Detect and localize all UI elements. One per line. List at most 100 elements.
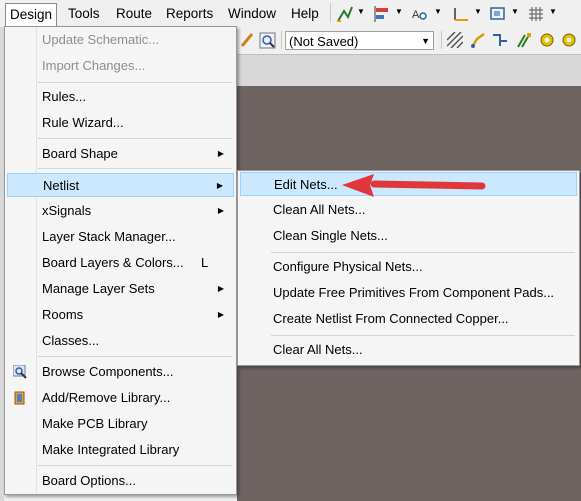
- document-tab-strip: [237, 54, 581, 87]
- menu-item-shortcut: L: [201, 255, 209, 270]
- menu-item-label: Rooms: [42, 307, 84, 322]
- menu-item-board-options[interactable]: Board Options...: [7, 469, 234, 493]
- submenu-item-clean-single-nets[interactable]: Clean Single Nets...: [240, 224, 577, 248]
- menu-tools-label: Tools: [68, 6, 100, 21]
- menu-item-label: Rules...: [42, 89, 87, 104]
- toolbar-separator: [441, 31, 442, 49]
- submenu-item-update-free-primitives[interactable]: Update Free Primitives From Component Pa…: [240, 281, 577, 305]
- interactive-routing-icon[interactable]: [336, 5, 354, 23]
- chevron-right-icon: ▶: [217, 284, 224, 293]
- search-components-icon[interactable]: A: [411, 5, 429, 23]
- menu-item-import-changes[interactable]: Import Changes...: [7, 54, 234, 78]
- menu-item-layer-stack-manager[interactable]: Layer Stack Manager...: [7, 225, 234, 249]
- submenu-item-label: Clean All Nets...: [273, 202, 366, 217]
- svg-text:A: A: [412, 9, 420, 21]
- menu-item-label: Board Layers & Colors...: [42, 255, 184, 270]
- menu-item-make-integrated-library[interactable]: Make Integrated Library: [7, 438, 234, 462]
- menu-item-label: Browse Components...: [42, 364, 174, 379]
- menu-item-label: Classes...: [42, 333, 100, 348]
- menu-item-netlist[interactable]: Netlist ▶: [7, 173, 234, 197]
- dropdown-arrow-icon[interactable]: ▼: [434, 7, 442, 16]
- menu-reports[interactable]: Reports: [162, 4, 217, 23]
- menu-item-rule-wizard[interactable]: Rule Wizard...: [7, 111, 234, 135]
- menu-design[interactable]: Design: [5, 3, 58, 27]
- menu-item-make-pcb-library[interactable]: Make PCB Library: [7, 412, 234, 436]
- grid-icon[interactable]: [527, 5, 545, 23]
- menubar: Design Tools Route Reports Window Help ▼…: [0, 0, 581, 28]
- multi-route-icon[interactable]: [515, 31, 533, 49]
- menu-item-browse-components[interactable]: Browse Components...: [7, 360, 234, 384]
- menu-route[interactable]: Route: [112, 4, 156, 23]
- menu-tools[interactable]: Tools: [64, 4, 104, 23]
- menu-separator: [38, 82, 232, 83]
- menu-item-rooms[interactable]: Rooms ▶: [7, 303, 234, 327]
- submenu-item-create-netlist-from-copper[interactable]: Create Netlist From Connected Copper...: [240, 307, 577, 331]
- menu-item-label: Make PCB Library: [42, 416, 148, 431]
- menu-item-add-remove-library[interactable]: Add/Remove Library...: [7, 386, 234, 410]
- menu-item-label: Board Shape: [42, 146, 118, 161]
- menu-item-xsignals[interactable]: xSignals ▶: [7, 199, 234, 223]
- menu-separator: [38, 138, 232, 139]
- submenu-item-label: Clear All Nets...: [273, 342, 363, 357]
- menu-item-update-schematic[interactable]: Update Schematic...: [7, 28, 234, 52]
- via-icon[interactable]: [561, 32, 579, 48]
- menu-item-classes[interactable]: Classes...: [7, 329, 234, 353]
- submenu-item-clean-all-nets[interactable]: Clean All Nets...: [240, 198, 577, 222]
- interactive-route-icon[interactable]: [469, 31, 487, 49]
- menu-separator: [38, 356, 232, 357]
- submenu-item-label: Create Netlist From Connected Copper...: [273, 311, 509, 326]
- menu-design-label: Design: [10, 7, 53, 22]
- toolbar-separator: [281, 31, 282, 49]
- submenu-item-label: Update Free Primitives From Component Pa…: [273, 285, 555, 300]
- room-icon[interactable]: [489, 5, 507, 23]
- chevron-right-icon: ▶: [217, 149, 224, 158]
- browse-components-icon: [13, 365, 27, 379]
- dimension-icon[interactable]: [452, 5, 470, 23]
- view-configuration-select[interactable]: (Not Saved) ▼: [285, 31, 434, 50]
- menu-item-label: Manage Layer Sets: [42, 281, 155, 296]
- dropdown-arrow-icon[interactable]: ▼: [357, 7, 365, 16]
- dropdown-arrow-icon[interactable]: ▼: [511, 7, 519, 16]
- menu-help-label: Help: [291, 6, 319, 21]
- submenu-item-label: Edit Nets...: [274, 177, 338, 192]
- menu-separator: [38, 168, 232, 169]
- dropdown-arrow-icon[interactable]: ▼: [549, 7, 557, 16]
- zoom-icon[interactable]: [259, 32, 277, 50]
- menu-separator: [38, 465, 232, 466]
- menu-reports-label: Reports: [166, 6, 214, 21]
- menu-item-label: Rule Wizard...: [42, 115, 124, 130]
- submenu-item-label: Clean Single Nets...: [273, 228, 388, 243]
- design-menu: Update Schematic... Import Changes... Ru…: [4, 26, 237, 495]
- pad-icon[interactable]: [539, 32, 555, 48]
- chevron-right-icon: ▶: [217, 206, 224, 215]
- hatch-pattern-icon[interactable]: [447, 32, 463, 48]
- chevron-down-icon: ▼: [421, 36, 430, 46]
- library-icon: [14, 391, 25, 405]
- menu-help[interactable]: Help: [287, 4, 323, 23]
- menu-item-rules[interactable]: Rules...: [7, 85, 234, 109]
- align-icon[interactable]: [373, 5, 391, 23]
- menu-item-manage-layer-sets[interactable]: Manage Layer Sets ▶: [7, 277, 234, 301]
- menu-window[interactable]: Window: [224, 4, 280, 23]
- submenu-item-clear-all-nets[interactable]: Clear All Nets...: [240, 338, 577, 362]
- menu-item-label: Board Options...: [42, 473, 136, 488]
- menu-separator: [271, 252, 575, 253]
- menu-item-board-shape[interactable]: Board Shape ▶: [7, 142, 234, 166]
- menu-item-label: Make Integrated Library: [42, 442, 180, 457]
- menu-item-board-layers-colors[interactable]: Board Layers & Colors... L: [7, 251, 234, 275]
- view-configuration-value: (Not Saved): [289, 34, 359, 49]
- annotation-arrow-icon: [342, 174, 486, 197]
- submenu-item-configure-physical-nets[interactable]: Configure Physical Nets...: [240, 255, 577, 279]
- toolbar-separator: [330, 3, 331, 23]
- submenu-item-label: Configure Physical Nets...: [273, 259, 423, 274]
- menu-item-label: Layer Stack Manager...: [42, 229, 176, 244]
- differential-pair-icon[interactable]: [491, 31, 509, 49]
- menu-item-label: Update Schematic...: [42, 32, 160, 47]
- menu-item-label: Add/Remove Library...: [42, 390, 171, 405]
- menu-item-label: Netlist: [43, 178, 80, 193]
- chevron-right-icon: ▶: [217, 310, 224, 319]
- dropdown-arrow-icon[interactable]: ▼: [474, 7, 482, 16]
- pencil-icon[interactable]: [240, 32, 254, 48]
- menu-separator: [271, 335, 575, 336]
- dropdown-arrow-icon[interactable]: ▼: [395, 7, 403, 16]
